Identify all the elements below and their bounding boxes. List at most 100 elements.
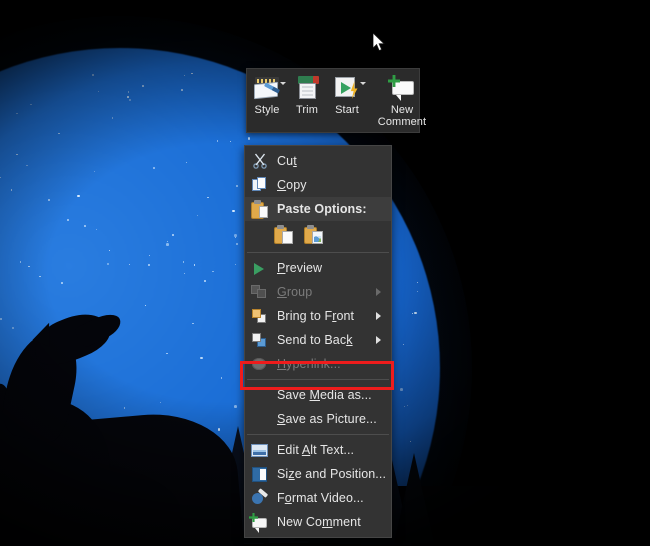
new-comment-icon xyxy=(387,74,417,102)
bring-to-front-icon xyxy=(249,307,271,325)
scissors-icon xyxy=(249,152,271,170)
star xyxy=(84,225,86,227)
menu-item-preview-label: Preview xyxy=(277,261,322,275)
star xyxy=(94,171,95,172)
star xyxy=(167,241,168,242)
star xyxy=(403,344,404,345)
star xyxy=(232,210,235,213)
star xyxy=(235,237,236,238)
trim-button[interactable]: Trim xyxy=(287,69,327,116)
star xyxy=(183,261,185,263)
menu-item-save-media-as[interactable]: Save Media as... xyxy=(245,383,391,407)
menu-item-size-and-position-label: Size and Position... xyxy=(277,467,386,481)
star xyxy=(124,407,125,408)
star xyxy=(16,154,18,156)
menu-item-copy[interactable]: Copy xyxy=(245,173,391,197)
star xyxy=(172,234,174,236)
star xyxy=(109,250,110,251)
star xyxy=(192,323,194,325)
menu-item-new-comment[interactable]: New Comment xyxy=(245,510,391,534)
star xyxy=(98,91,99,92)
new-comment-label-line1: New xyxy=(391,104,413,116)
star xyxy=(404,406,405,407)
start-playback-icon xyxy=(332,74,362,102)
menu-item-size-and-position[interactable]: Size and Position... xyxy=(245,462,391,486)
mini-toolbar-comment-group: New Comment xyxy=(375,69,429,132)
menu-separator xyxy=(247,379,389,380)
star xyxy=(221,377,222,378)
star xyxy=(48,199,50,201)
menu-item-hyperlink-label: Hyperlink... xyxy=(277,357,341,371)
menu-item-edit-alt-text-label: Edit Alt Text... xyxy=(277,443,354,457)
paste-picture-button[interactable] xyxy=(303,224,325,246)
star xyxy=(400,388,403,391)
menu-item-cut[interactable]: Cut xyxy=(245,149,391,173)
new-comment-small-icon xyxy=(249,513,271,531)
mini-toolbar-video-group: Style Trim Start xyxy=(247,69,367,132)
paste-keep-source-formatting-button[interactable] xyxy=(273,224,295,246)
menu-item-new-comment-label: New Comment xyxy=(277,515,361,529)
menu-item-save-media-as-label: Save Media as... xyxy=(277,388,372,402)
paste-options-row xyxy=(245,221,391,249)
menu-separator xyxy=(247,252,389,253)
menu-item-copy-label: Copy xyxy=(277,178,307,192)
star xyxy=(217,140,219,142)
star xyxy=(0,318,2,320)
menu-separator xyxy=(247,434,389,435)
star xyxy=(77,195,80,198)
chevron-down-icon[interactable] xyxy=(360,82,366,85)
menu-item-send-to-back[interactable]: Send to Back xyxy=(245,328,391,352)
star xyxy=(112,117,113,118)
context-menu: Cut Copy Paste Options: Preview Group Br… xyxy=(244,145,392,538)
star xyxy=(417,291,418,292)
trim-video-icon xyxy=(292,74,322,102)
mini-toolbar: Style Trim Start New Comment xyxy=(246,68,420,133)
star xyxy=(412,313,413,314)
menu-item-save-as-picture[interactable]: Save as Picture... xyxy=(245,407,391,431)
menu-item-preview[interactable]: Preview xyxy=(245,256,391,280)
menu-item-group: Group xyxy=(245,280,391,304)
menu-item-cut-label: Cut xyxy=(277,154,297,168)
star xyxy=(236,185,238,187)
star xyxy=(248,137,251,140)
star xyxy=(204,280,206,282)
star xyxy=(235,264,237,266)
star xyxy=(129,264,130,265)
star xyxy=(236,243,238,245)
star xyxy=(28,266,30,268)
style-button-label: Style xyxy=(255,104,280,116)
star xyxy=(234,405,237,408)
star xyxy=(107,263,110,266)
star xyxy=(414,312,417,315)
star xyxy=(212,271,214,273)
new-comment-button[interactable]: New Comment xyxy=(375,69,429,128)
star xyxy=(0,177,1,178)
size-position-icon xyxy=(249,465,271,483)
chevron-right-icon[interactable] xyxy=(376,336,381,344)
star xyxy=(142,85,144,87)
star xyxy=(153,167,155,169)
trim-button-label: Trim xyxy=(296,104,318,116)
star xyxy=(191,73,193,75)
star xyxy=(129,99,131,101)
star xyxy=(12,327,15,330)
start-button[interactable]: Start xyxy=(327,69,367,116)
star xyxy=(26,165,28,167)
menu-item-format-video[interactable]: Format Video... xyxy=(245,486,391,510)
send-to-back-icon xyxy=(249,331,271,349)
menu-item-bring-to-front[interactable]: Bring to Front xyxy=(245,304,391,328)
star xyxy=(197,215,199,217)
hyperlink-globe-icon xyxy=(249,355,271,373)
menu-item-bring-to-front-label: Bring to Front xyxy=(277,309,354,323)
start-button-label: Start xyxy=(335,104,359,116)
chevron-down-icon[interactable] xyxy=(280,82,286,85)
menu-item-format-video-label: Format Video... xyxy=(277,491,364,505)
video-style-icon xyxy=(252,74,282,102)
chevron-right-icon[interactable] xyxy=(376,312,381,320)
menu-item-edit-alt-text[interactable]: Edit Alt Text... xyxy=(245,438,391,462)
star xyxy=(181,89,183,91)
star xyxy=(58,133,60,135)
star xyxy=(149,255,150,256)
style-button[interactable]: Style xyxy=(247,69,287,116)
format-video-icon xyxy=(249,489,271,507)
